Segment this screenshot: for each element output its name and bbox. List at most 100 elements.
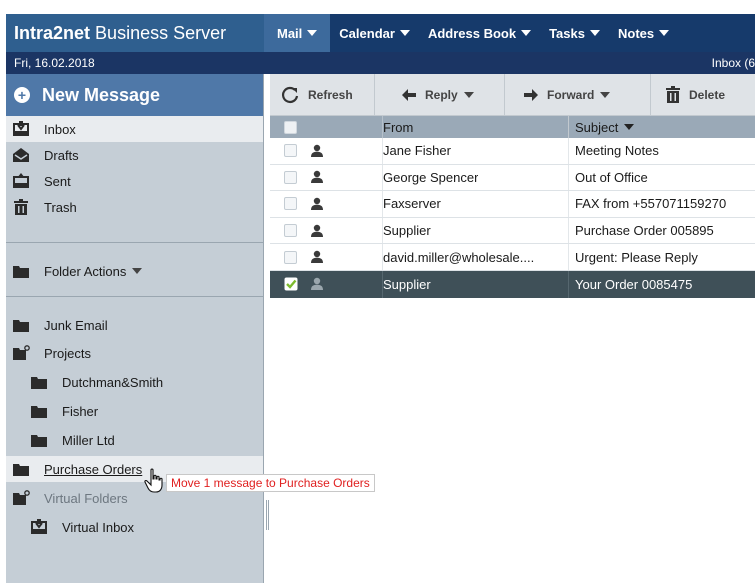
chevron-down-icon (307, 30, 318, 36)
folder-icon (12, 316, 30, 334)
chevron-down-icon (659, 30, 670, 36)
row-checkbox[interactable] (284, 218, 304, 244)
table-row[interactable]: Supplier Purchase Order 005895 (270, 217, 755, 245)
chevron-down-icon (463, 92, 474, 98)
sidebar: + New Message Inbox Drafts Sent Trash Fo… (6, 74, 264, 583)
folder-icon (30, 431, 48, 449)
inbox-icon (12, 120, 30, 138)
from-column-header[interactable]: From (382, 116, 568, 138)
logo-brand: Intra2net (14, 22, 91, 43)
sidebar-item-fisher[interactable]: Fisher (6, 398, 263, 424)
sidebar-item-label: Inbox (44, 121, 76, 137)
message-from: Supplier (382, 271, 568, 298)
menu-calendar[interactable]: Calendar (330, 14, 419, 52)
message-from: Supplier (382, 217, 568, 244)
row-checkbox[interactable] (284, 191, 304, 217)
hand-cursor-icon (143, 468, 167, 494)
contact-person-icon (310, 191, 330, 217)
sidebar-item-label: Virtual Inbox (62, 519, 135, 535)
logo-product: Business Server (95, 22, 227, 43)
folder-actions-button[interactable]: Folder Actions (6, 258, 263, 284)
contact-person-icon (310, 165, 330, 191)
toolbar: Refresh Reply Forward Delete (270, 74, 755, 116)
logo: Intra2net Business Server (6, 14, 264, 52)
contact-person-icon (310, 271, 330, 298)
sidebar-item-projects[interactable]: Projects (6, 340, 263, 366)
table-row[interactable]: david.miller@wholesale.... Urgent: Please… (270, 244, 755, 271)
reply-button[interactable]: Reply (375, 74, 505, 116)
sidebar-item-label: Virtual Folders (44, 490, 128, 506)
message-subject: Purchase Order 005895 (568, 217, 755, 244)
folder-icon (30, 373, 48, 391)
contact-person-icon (310, 138, 330, 164)
message-list-header: From Subject (270, 116, 755, 138)
row-checkbox[interactable] (284, 165, 304, 191)
folder-open-icon (12, 489, 30, 507)
drag-drop-tooltip: Move 1 message to Purchase Orders (166, 474, 375, 492)
table-row[interactable]: Jane Fisher Meeting Notes (270, 138, 755, 165)
message-subject: Meeting Notes (568, 138, 755, 164)
sidebar-item-trash[interactable]: Trash (6, 194, 263, 220)
chevron-down-icon (521, 30, 532, 36)
menu-address-book[interactable]: Address Book (419, 14, 540, 52)
folder-icon (12, 460, 30, 478)
sidebar-item-miller-ltd[interactable]: Miller Ltd (6, 427, 263, 453)
folder-icon (12, 262, 30, 280)
menu-mail[interactable]: Mail (264, 14, 331, 52)
sidebar-item-virtual-inbox[interactable]: Virtual Inbox (6, 514, 263, 540)
divider (6, 296, 263, 297)
sidebar-item-junk-email[interactable]: Junk Email (6, 312, 263, 338)
new-message-button[interactable]: + New Message (6, 74, 263, 116)
sidebar-item-label: Projects (44, 345, 91, 361)
sidebar-item-label: Trash (44, 199, 77, 215)
sidebar-item-sent[interactable]: Sent (6, 168, 263, 194)
message-from: Faxserver (382, 191, 568, 217)
date-bar: Fri, 16.02.2018 Inbox (6 (6, 52, 755, 74)
sidebar-item-drafts[interactable]: Drafts (6, 142, 263, 168)
sidebar-item-label: Junk Email (44, 317, 108, 333)
folder-open-icon (12, 344, 30, 362)
main-menu: Mail Calendar Address Book Tasks Notes (264, 14, 755, 52)
row-checkbox[interactable] (284, 271, 304, 298)
menu-tasks[interactable]: Tasks (540, 14, 609, 52)
contact-person-icon (310, 218, 330, 244)
forward-button[interactable]: Forward (505, 74, 651, 116)
table-row[interactable]: Faxserver FAX from +557071159270 (270, 191, 755, 218)
message-from: Jane Fisher (382, 138, 568, 164)
chevron-down-icon (399, 30, 410, 36)
sidebar-item-label: Dutchman&Smith (62, 374, 164, 390)
message-subject: Urgent: Please Reply (568, 244, 755, 270)
menu-notes[interactable]: Notes (609, 14, 678, 52)
contact-person-icon (310, 244, 330, 270)
row-checkbox[interactable] (284, 138, 304, 164)
subject-column-header[interactable]: Subject (568, 116, 755, 138)
divider (6, 242, 263, 243)
inbox-count: Inbox (6 (711, 56, 755, 70)
chevron-down-icon (589, 30, 600, 36)
table-row[interactable]: George Spencer Out of Office (270, 164, 755, 192)
sidebar-item-label: Purchase Orders (44, 461, 143, 477)
message-subject: Your Order 0085475 (568, 271, 755, 298)
message-from: George Spencer (382, 164, 568, 191)
sidebar-item-label: Fisher (62, 403, 99, 419)
row-checkbox[interactable] (284, 244, 304, 270)
sidebar-item-dutchman-smith[interactable]: Dutchman&Smith (6, 369, 263, 395)
sidebar-item-label: Drafts (44, 147, 79, 163)
delete-button[interactable]: Delete (651, 74, 755, 116)
message-subject: FAX from +557071159270 (568, 191, 755, 217)
select-all-checkbox[interactable] (284, 116, 304, 138)
chevron-down-icon (600, 92, 611, 98)
chevron-down-icon (132, 268, 143, 274)
arrow-right-icon (523, 88, 539, 102)
drafts-icon (12, 146, 30, 164)
sidebar-item-label: Miller Ltd (62, 432, 115, 448)
sidebar-item-inbox[interactable]: Inbox (6, 116, 263, 142)
message-from: david.miller@wholesale.... (382, 244, 568, 270)
pane-splitter-handle[interactable] (266, 500, 269, 530)
refresh-label: Refresh (308, 88, 353, 102)
folder-icon (30, 402, 48, 420)
refresh-button[interactable]: Refresh (270, 74, 375, 116)
message-list-pane: Refresh Reply Forward Delete From Subjec… (270, 74, 755, 583)
table-row[interactable]: Supplier Your Order 0085475 (270, 271, 755, 298)
arrow-left-icon (401, 88, 417, 102)
